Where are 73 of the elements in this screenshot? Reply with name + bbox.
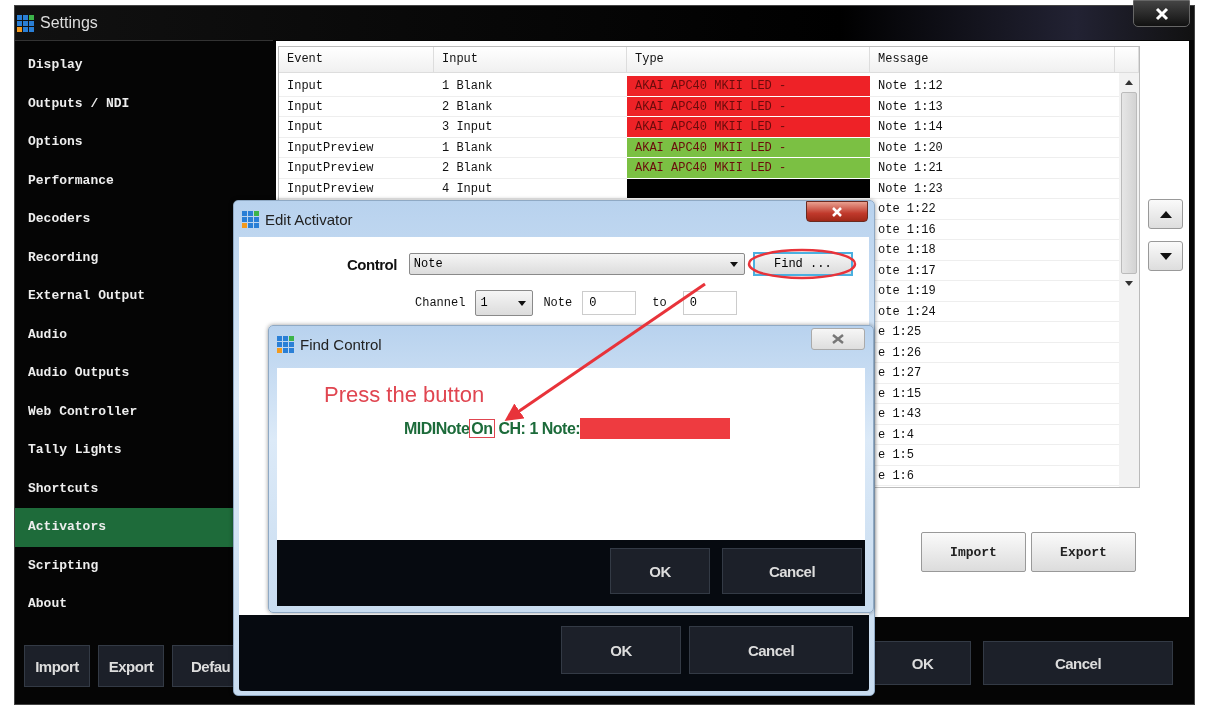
sidebar-item[interactable]: Performance [15, 161, 273, 200]
sidebar-item[interactable]: Options [15, 123, 273, 162]
table-cell: 2 Blank [434, 158, 627, 179]
window-title: Settings [40, 14, 98, 32]
table-cell: InputPreview [279, 158, 434, 179]
ok-button[interactable]: OK [561, 626, 681, 674]
sidebar-item[interactable]: Display [15, 46, 273, 85]
type-cell: AKAI APC40 MKII LED - [627, 76, 870, 97]
cancel-button[interactable]: Cancel [722, 548, 862, 594]
table-cell: Input [279, 96, 434, 117]
column-header[interactable]: Type [627, 47, 870, 72]
table-cell: 4 Input [434, 178, 627, 199]
close-button[interactable] [1133, 0, 1190, 27]
table-cell: Note 1:21 [870, 158, 1115, 179]
find-button[interactable]: Find ... [752, 252, 853, 276]
column-header[interactable]: Event [279, 47, 434, 72]
panel-button[interactable]: Export [1031, 532, 1136, 572]
close-icon [831, 205, 843, 218]
table-cell: 2 Blank [434, 96, 627, 117]
table-cell: Note 1:14 [870, 117, 1115, 138]
control-dropdown[interactable]: Note [408, 253, 745, 275]
scroll-up-icon[interactable] [1124, 79, 1134, 86]
table-cell: Note 1:13 [870, 96, 1115, 117]
midi-message: MIDINoteOn CH: 1 Note: [404, 419, 581, 438]
scrollbar[interactable] [1119, 73, 1139, 487]
caret-icon [518, 300, 527, 306]
sidebar-button[interactable]: Export [98, 645, 164, 687]
caret-icon [729, 261, 738, 267]
type-cell: AKAI APC40 MKII LED - [627, 117, 870, 138]
annotation-text: Press the button [324, 382, 485, 408]
table-cell: Note 1:12 [870, 76, 1115, 97]
ok-button[interactable]: OK [610, 548, 710, 594]
table-cell: Note 1:23 [870, 178, 1115, 199]
sidebar-button[interactable]: Defau [172, 645, 236, 687]
cancel-button[interactable]: Cancel [689, 626, 853, 674]
table-cell: Input [279, 76, 434, 97]
table-cell: InputPreview [279, 137, 434, 158]
app-logo-icon [277, 335, 294, 353]
down-arrow-icon [1158, 250, 1173, 262]
panel-button[interactable]: Import [921, 532, 1026, 572]
move-up-button[interactable] [1148, 199, 1183, 229]
type-cell: AKAI APC40 MKII LED - [627, 137, 870, 158]
table-cell: 1 Blank [434, 76, 627, 97]
table-cell: Note 1:20 [870, 137, 1115, 158]
channel-dropdown[interactable]: 1 [475, 290, 534, 316]
sidebar-button[interactable]: Import [24, 645, 90, 687]
ok-button[interactable]: OK [874, 641, 971, 685]
scroll-down-icon[interactable] [1124, 280, 1134, 287]
dialog-title: Edit Activator [265, 210, 353, 228]
cancel-button[interactable]: Cancel [983, 641, 1173, 685]
field-label: Channel [415, 296, 466, 310]
table-cell: 1 Blank [434, 137, 627, 158]
type-cell: AKAI APC40 MKII LED - [627, 96, 870, 117]
type-cell: AKAI APC40 MKII LED - [627, 158, 870, 179]
sidebar-item[interactable]: Outputs / NDI [15, 84, 273, 123]
table-cell: 3 Input [434, 117, 627, 138]
column-header[interactable]: Message [870, 47, 1115, 72]
close-icon [831, 333, 845, 345]
field-label: Note [543, 296, 573, 310]
dialog-title: Find Control [300, 335, 382, 353]
app-logo-icon [17, 14, 34, 32]
move-down-button[interactable] [1148, 241, 1183, 271]
field-label: to [652, 296, 667, 310]
close-button[interactable] [806, 201, 868, 222]
app-logo-icon [242, 210, 259, 228]
table-cell: InputPreview [279, 178, 434, 199]
scroll-thumb[interactable] [1121, 92, 1137, 274]
note-from-field[interactable]: 0 [582, 291, 637, 315]
close-icon [1154, 6, 1169, 21]
field-label: Control [347, 255, 397, 273]
note-to-field[interactable]: 0 [682, 291, 737, 315]
column-header[interactable]: Input [434, 47, 627, 72]
table-cell: Input [279, 117, 434, 138]
